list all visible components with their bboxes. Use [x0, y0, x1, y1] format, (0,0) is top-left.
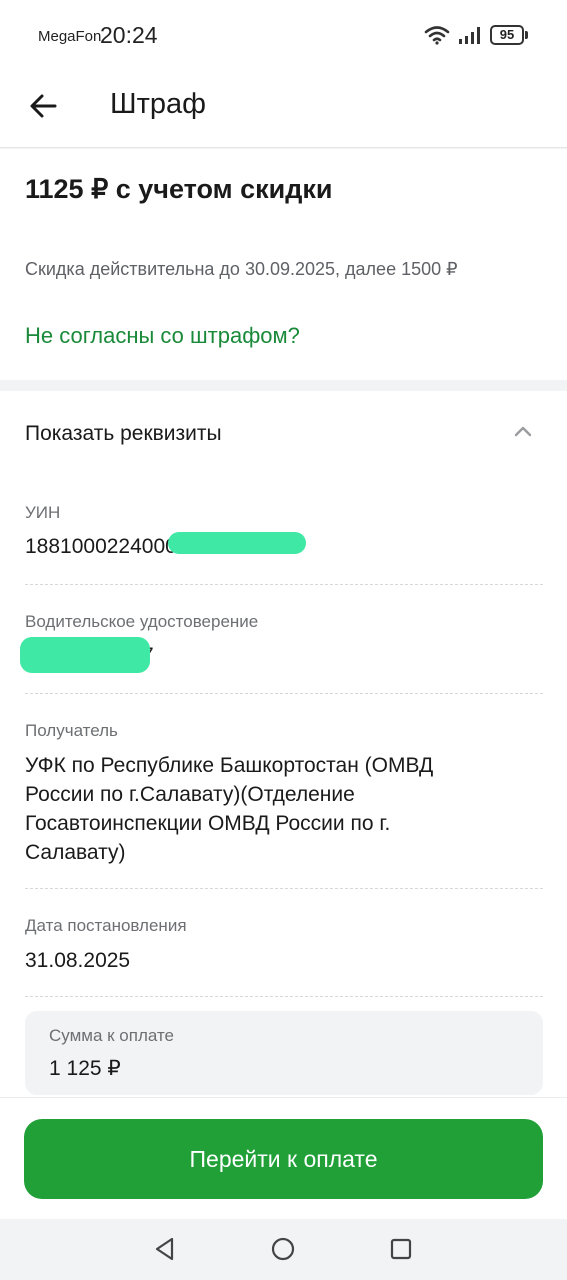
recipient-line: Салавату) [25, 841, 126, 864]
nav-recent-icon[interactable] [388, 1236, 414, 1262]
back-arrow-icon[interactable] [28, 90, 60, 122]
system-nav-bar [0, 1219, 567, 1280]
clock: 20:24 [100, 22, 158, 48]
app-header: Штраф [0, 70, 567, 148]
requisites-card: Показать реквизиты УИН 18810002240000012… [0, 391, 567, 1103]
battery-tip [525, 31, 528, 39]
show-requisites-label: Показать реквизиты [25, 422, 222, 445]
sum-label: Сумма к оплате [49, 1026, 175, 1045]
divider [25, 693, 543, 694]
discount-note: Скидка действительна до 30.09.2025, дале… [25, 259, 458, 279]
divider [25, 584, 543, 585]
recipient-value: УФК по Республике Башкортостан (ОМВД Рос… [25, 751, 433, 867]
battery-level: 95 [490, 25, 524, 45]
recipient-line: России по г.Салавату)(Отделение [25, 783, 355, 806]
recipient-line: Госавтоинспекции ОМВД России по г. [25, 812, 391, 835]
license-label: Водительское удостоверение [25, 612, 259, 631]
date-label: Дата постановления [25, 916, 187, 935]
chevron-up-icon [514, 426, 532, 437]
recipient-label: Получатель [25, 721, 118, 740]
bottom-action-area: Перейти к оплате [0, 1097, 567, 1219]
fine-summary-card: 1125 ₽ с учетом скидки Скидка действител… [0, 149, 567, 380]
signal-icon [459, 27, 480, 44]
redaction-mark [168, 532, 306, 554]
sum-to-pay-box: Сумма к оплате 1 125 ₽ [25, 1011, 543, 1095]
divider [25, 888, 543, 889]
page-title: Штраф [110, 88, 206, 120]
dispute-fine-link[interactable]: Не согласны со штрафом? [25, 323, 300, 349]
carrier-name: MegaFon [38, 28, 102, 45]
nav-back-icon[interactable] [152, 1236, 178, 1262]
recipient-line: УФК по Республике Башкортостан (ОМВД [25, 754, 434, 777]
screen: MegaFon 20:24 95 Штраф 1125 ₽ с учетом с… [0, 0, 567, 1280]
sum-value: 1 125 ₽ [49, 1057, 121, 1080]
nav-home-icon[interactable] [270, 1236, 296, 1262]
go-to-payment-button[interactable]: Перейти к оплате [24, 1119, 543, 1199]
battery-indicator: 95 [490, 25, 528, 45]
status-bar: MegaFon 20:24 95 [0, 0, 567, 70]
discounted-amount: 1125 ₽ с учетом скидки [25, 174, 333, 204]
wifi-icon [424, 26, 450, 45]
date-value: 31.08.2025 [25, 949, 131, 972]
redaction-mark [20, 637, 150, 673]
divider [25, 996, 543, 997]
show-requisites-toggle[interactable]: Показать реквизиты [0, 391, 567, 475]
uin-label: УИН [25, 503, 61, 522]
